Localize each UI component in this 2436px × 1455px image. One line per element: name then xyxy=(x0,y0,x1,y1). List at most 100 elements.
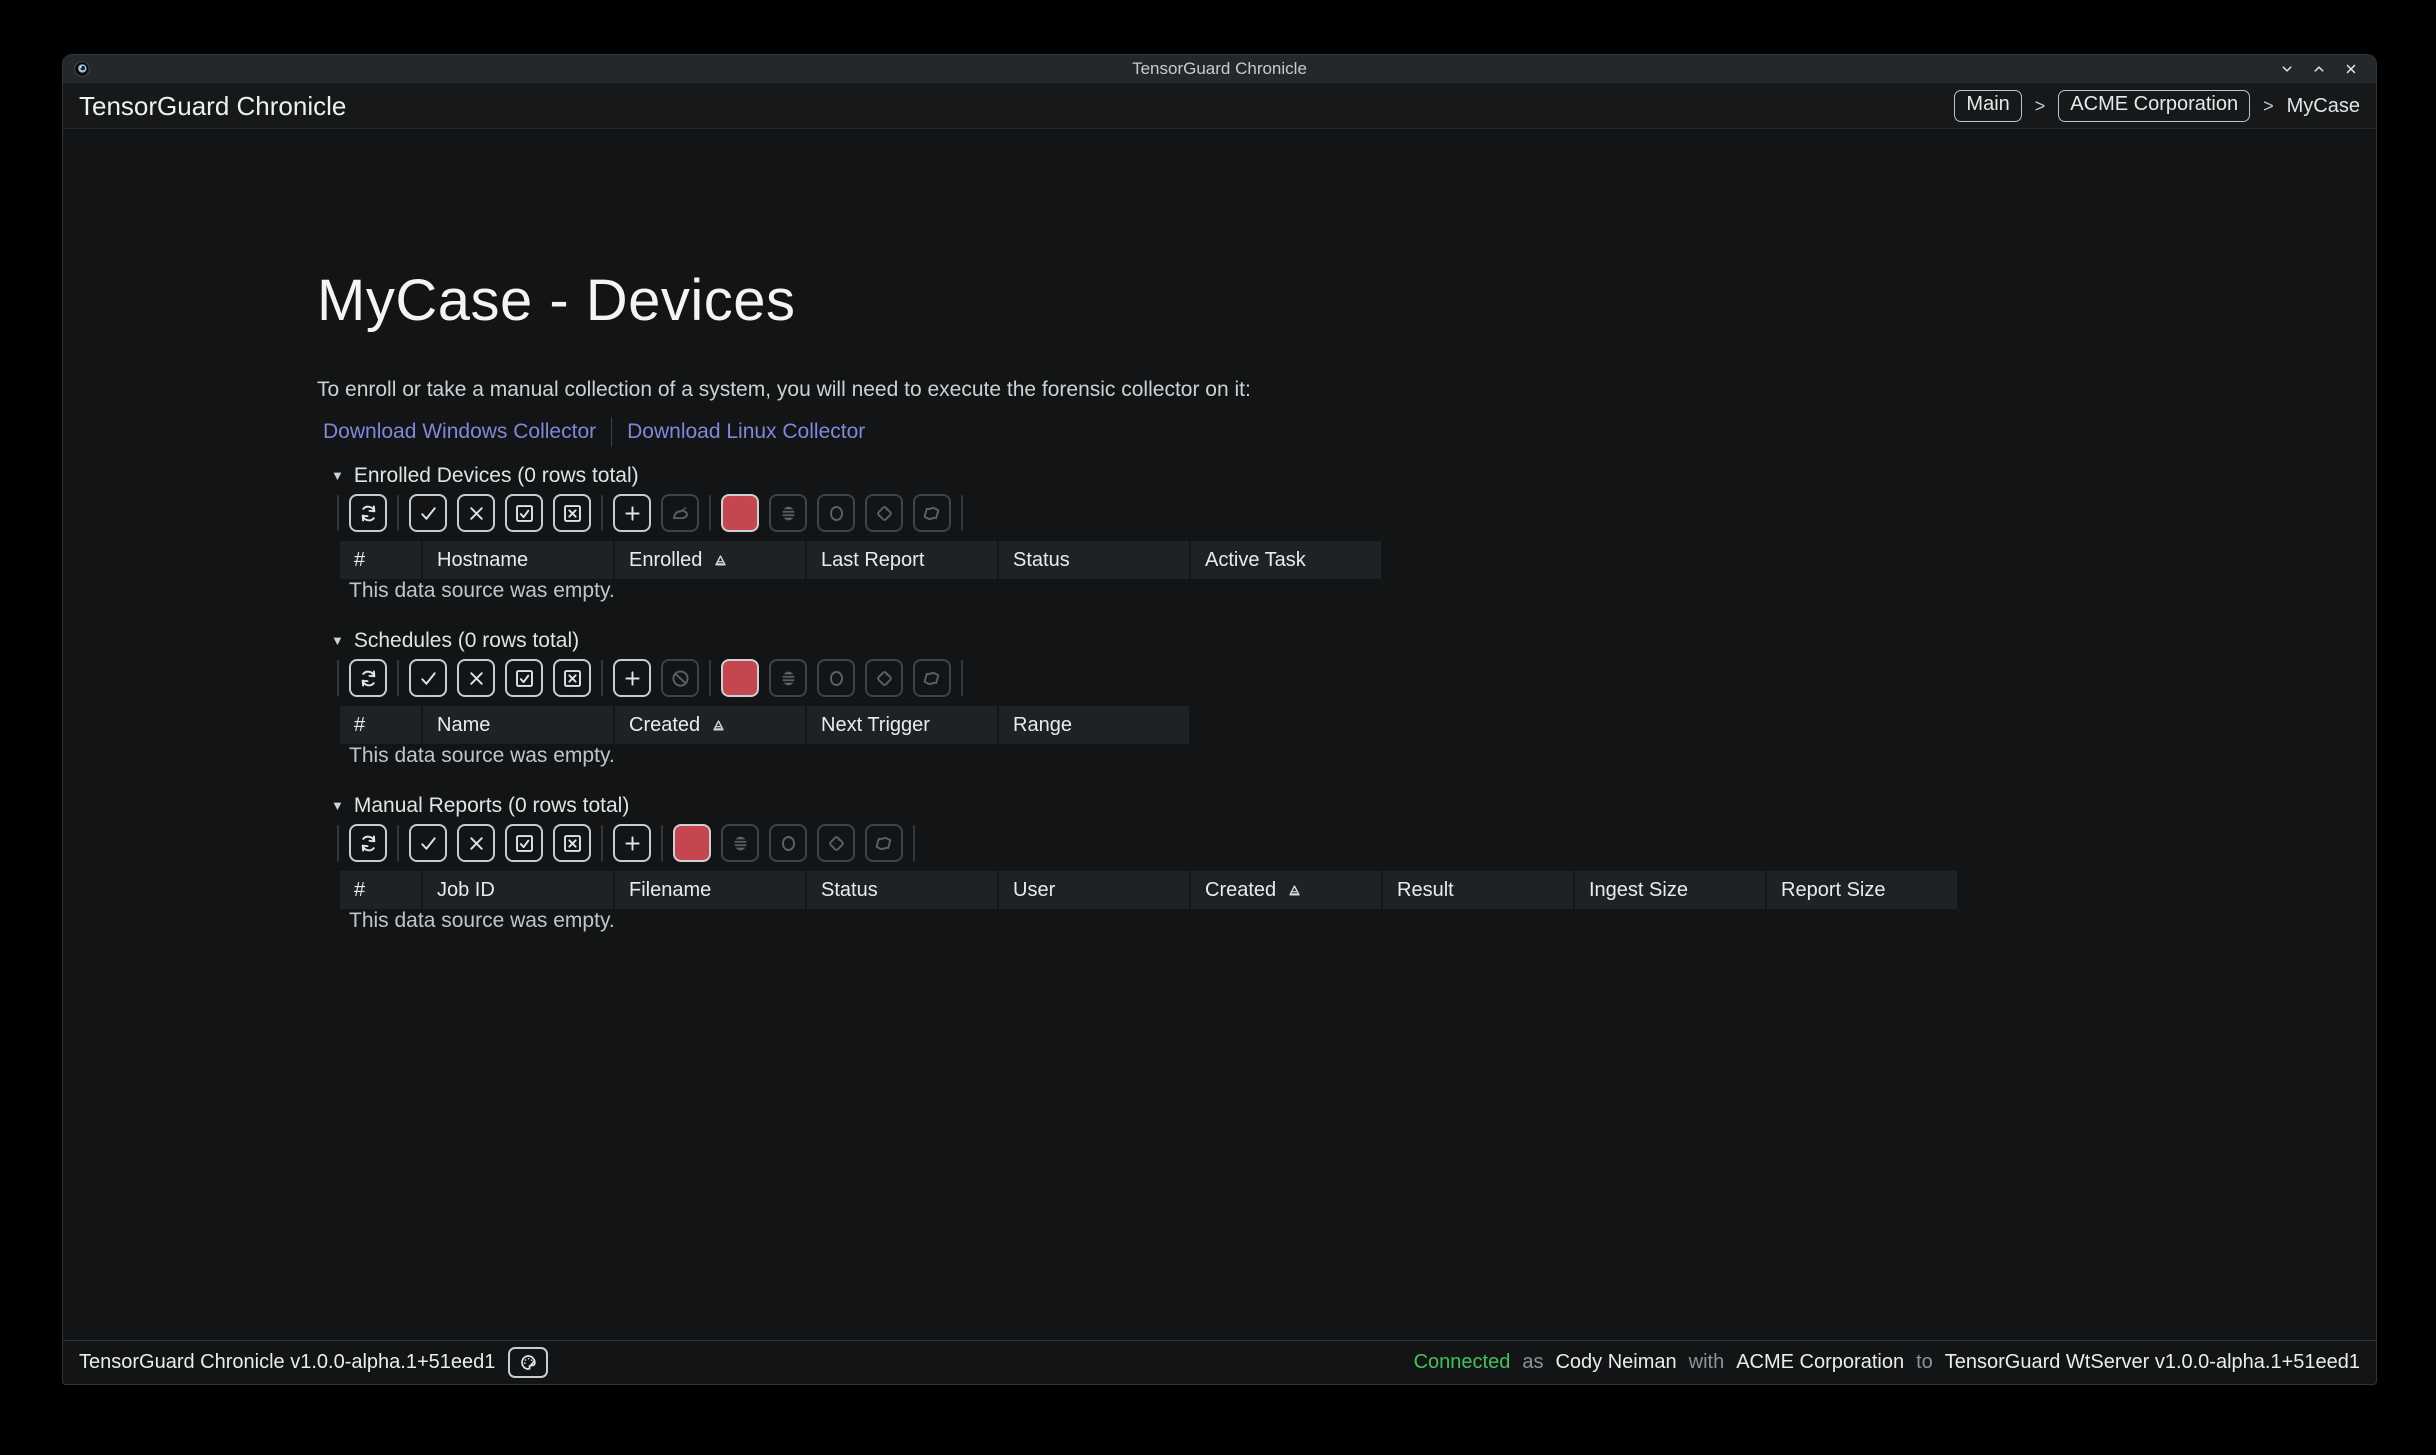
tag-button[interactable] xyxy=(865,659,903,697)
tag-button[interactable] xyxy=(865,494,903,532)
theme-button[interactable] xyxy=(508,1347,548,1378)
sort-asc-icon xyxy=(1286,882,1303,899)
breadcrumb-item-acme-corporation[interactable]: ACME Corporation xyxy=(2058,90,2250,122)
section-header-manual-reports[interactable]: ▼Manual Reports (0 rows total) xyxy=(331,792,2376,819)
circle-button[interactable] xyxy=(817,659,855,697)
status-segment-acme-corporation: ACME Corporation xyxy=(1736,1351,1904,1374)
column-label: Hostname xyxy=(437,549,528,572)
collapse-triangle-icon[interactable]: ▼ xyxy=(331,798,344,813)
toolbar-separator xyxy=(601,495,603,531)
striped-ball-button[interactable] xyxy=(769,659,807,697)
flag-button[interactable] xyxy=(913,494,951,532)
maximize-button[interactable] xyxy=(2310,60,2328,78)
column-header-result[interactable]: Result xyxy=(1383,871,1573,909)
column-header-last-report[interactable]: Last Report xyxy=(807,541,997,579)
column-header-ingest-size[interactable]: Ingest Size xyxy=(1575,871,1765,909)
section-toolbar xyxy=(337,659,2376,697)
flag-button[interactable] xyxy=(913,659,951,697)
cross-button[interactable] xyxy=(457,659,495,697)
section-header-schedules[interactable]: ▼Schedules (0 rows total) xyxy=(331,627,2376,654)
striped-ball-button[interactable] xyxy=(769,494,807,532)
column-header-range[interactable]: Range xyxy=(999,706,1189,744)
checkbox-cross-button[interactable] xyxy=(553,494,591,532)
column-header-next-trigger[interactable]: Next Trigger xyxy=(807,706,997,744)
red-square-button[interactable] xyxy=(721,659,759,697)
column-header-enrolled[interactable]: Enrolled xyxy=(615,541,805,579)
red-square-button[interactable] xyxy=(721,494,759,532)
download-windows-collector-link[interactable]: Download Windows Collector xyxy=(323,420,596,444)
plus-button[interactable] xyxy=(613,824,651,862)
column-header-hostname[interactable]: Hostname xyxy=(423,541,613,579)
column-header-active-task[interactable]: Active Task xyxy=(1191,541,1381,579)
plus-icon xyxy=(621,502,644,525)
bird-sparkle-button[interactable] xyxy=(661,494,699,532)
column-header-created[interactable]: Created xyxy=(615,706,805,744)
close-button[interactable] xyxy=(2342,60,2360,78)
table-header: #NameCreatedNext TriggerRange xyxy=(340,706,2376,744)
checkbox-check-icon xyxy=(513,502,536,525)
column-header-status[interactable]: Status xyxy=(807,871,997,909)
column-header-job-id[interactable]: Job ID xyxy=(423,871,613,909)
status-segment-connected: Connected xyxy=(1414,1351,1511,1374)
breadcrumb-separator: > xyxy=(2263,96,2274,117)
bird-sparkle-icon xyxy=(669,502,692,525)
cross-button[interactable] xyxy=(457,494,495,532)
collapse-triangle-icon[interactable]: ▼ xyxy=(331,468,344,483)
section-header-enrolled-devices[interactable]: ▼Enrolled Devices (0 rows total) xyxy=(331,462,2376,489)
palette-icon xyxy=(518,1352,539,1373)
column-header-num[interactable]: # xyxy=(340,541,421,579)
checkbox-cross-button[interactable] xyxy=(553,824,591,862)
ban-button[interactable] xyxy=(661,659,699,697)
checkbox-check-button[interactable] xyxy=(505,659,543,697)
toolbar-separator xyxy=(397,660,399,696)
refresh-button[interactable] xyxy=(349,494,387,532)
breadcrumb-item-main[interactable]: Main xyxy=(1954,90,2021,122)
minimize-button[interactable] xyxy=(2278,60,2296,78)
flag-button[interactable] xyxy=(865,824,903,862)
column-header-num[interactable]: # xyxy=(340,871,421,909)
connection-status: ConnectedasCody NeimanwithACME Corporati… xyxy=(1414,1351,2360,1374)
check-button[interactable] xyxy=(409,494,447,532)
toolbar-separator xyxy=(709,495,711,531)
red-square-button[interactable] xyxy=(673,824,711,862)
plus-button[interactable] xyxy=(613,659,651,697)
column-header-report-size[interactable]: Report Size xyxy=(1767,871,1957,909)
section-enrolled-devices: ▼Enrolled Devices (0 rows total) # Hostnam… xyxy=(317,462,2376,603)
check-button[interactable] xyxy=(409,659,447,697)
circle-button[interactable] xyxy=(769,824,807,862)
plus-button[interactable] xyxy=(613,494,651,532)
checkbox-check-button[interactable] xyxy=(505,494,543,532)
refresh-button[interactable] xyxy=(349,659,387,697)
column-header-filename[interactable]: Filename xyxy=(615,871,805,909)
circle-icon xyxy=(825,667,848,690)
tag-button[interactable] xyxy=(817,824,855,862)
sort-asc-icon xyxy=(710,717,727,734)
column-header-status[interactable]: Status xyxy=(999,541,1189,579)
checkbox-cross-button[interactable] xyxy=(553,659,591,697)
column-label: Report Size xyxy=(1781,879,1886,902)
check-icon xyxy=(417,502,440,525)
check-button[interactable] xyxy=(409,824,447,862)
checkbox-check-button[interactable] xyxy=(505,824,543,862)
cross-button[interactable] xyxy=(457,824,495,862)
column-header-name[interactable]: Name xyxy=(423,706,613,744)
column-header-num[interactable]: # xyxy=(340,706,421,744)
table-header: # Hostname Enrolled Last Report StatusActive… xyxy=(340,541,2376,579)
circle-icon xyxy=(825,502,848,525)
circle-button[interactable] xyxy=(817,494,855,532)
flag-icon xyxy=(921,502,944,525)
column-label: Last Report xyxy=(821,549,924,572)
check-icon xyxy=(417,667,440,690)
column-header-created[interactable]: Created xyxy=(1191,871,1381,909)
section-toolbar xyxy=(337,494,2376,532)
column-header-user[interactable]: User xyxy=(999,871,1189,909)
toolbar-separator xyxy=(337,660,339,696)
collapse-triangle-icon[interactable]: ▼ xyxy=(331,633,344,648)
window-title: TensorGuard Chronicle xyxy=(63,59,2376,79)
column-label: Filename xyxy=(629,879,711,902)
status-segment-with: with xyxy=(1689,1351,1725,1374)
flag-icon xyxy=(921,667,944,690)
download-linux-collector-link[interactable]: Download Linux Collector xyxy=(627,420,865,444)
striped-ball-button[interactable] xyxy=(721,824,759,862)
refresh-button[interactable] xyxy=(349,824,387,862)
